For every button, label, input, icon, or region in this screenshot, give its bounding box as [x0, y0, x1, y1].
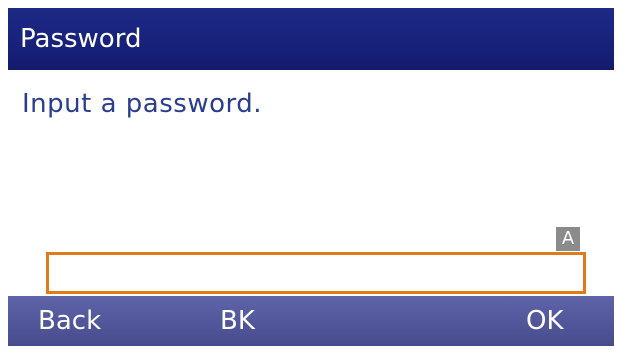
- title-bar: Password: [8, 8, 614, 70]
- password-prompt: Input a password.: [22, 89, 262, 119]
- input-mode-indicator: A: [556, 227, 580, 251]
- ok-softkey[interactable]: OK: [526, 296, 564, 346]
- password-field-frame[interactable]: [46, 252, 586, 294]
- screen-title: Password: [20, 24, 142, 54]
- phone-display: Password Input a password. A Back BK OK: [8, 8, 614, 346]
- back-softkey[interactable]: Back: [38, 296, 101, 346]
- password-input[interactable]: [49, 255, 583, 291]
- softkey-bar: Back BK OK: [8, 296, 614, 346]
- backspace-softkey[interactable]: BK: [220, 296, 255, 346]
